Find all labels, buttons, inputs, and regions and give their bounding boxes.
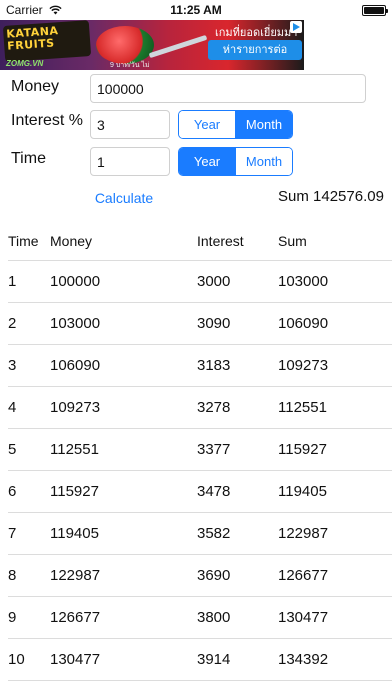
cell-sum: 112551 [278,399,327,416]
interest-segment-month[interactable]: Month [235,111,292,138]
header-interest: Interest [197,233,244,249]
table-row[interactable]: 7 119405 3582 122987 [8,513,392,555]
ad-choices-icon[interactable] [290,21,302,33]
time-segment-year[interactable]: Year [179,148,235,175]
table-body: 1 100000 3000 103000 2 103000 3090 106090 3 10609… [0,261,392,696]
cell-sum: 106090 [278,315,329,332]
cell-time: 8 [8,567,17,584]
cell-time: 1 [8,273,17,290]
table-header-row: Time Money Interest Sum [8,220,392,261]
cell-money: 115927 [50,483,99,500]
cell-time: 6 [8,483,17,500]
cell-sum: 122987 [278,525,329,542]
table-row[interactable]: 6 115927 3478 119405 [8,471,392,513]
cell-money: 112551 [50,441,99,458]
calculate-button[interactable]: Calculate [78,187,170,209]
interest-period-segmented: Year Month [178,110,293,139]
table-row[interactable]: 5 112551 3377 115927 [8,429,392,471]
cell-money: 126677 [50,609,101,626]
cell-time: 4 [8,399,17,416]
knife-icon [148,34,208,59]
cell-time: 5 [8,441,17,458]
clock-time: 11:25 AM [170,3,222,17]
ad-logo-text: KATANA FRUITS [5,24,59,53]
time-input[interactable] [90,147,170,176]
cell-time: 7 [8,525,17,542]
cell-money: 119405 [50,525,99,542]
cell-money: 109273 [50,399,101,416]
cell-sum: 134392 [278,651,329,668]
cell-sum: 119405 [278,483,327,500]
cell-time: 10 [8,651,25,668]
ad-cta-button[interactable]: ห่ารายการต่อ [208,40,302,60]
cell-money: 130477 [50,651,101,668]
table-row[interactable]: 4 109273 3278 112551 [8,387,392,429]
cell-money: 106090 [50,357,101,374]
ad-headline: เกมที่ยอดเยี่ยมมา [215,26,298,39]
interest-segment-year[interactable]: Year [179,111,235,138]
ad-game-logo: KATANA FRUITS [2,20,92,62]
battery-icon [362,5,388,16]
ad-banner[interactable]: KATANA FRUITS ZOMG.VN เกมที่ยอดเยี่ยมมา ห… [0,20,304,70]
cell-sum: 130477 [278,609,329,626]
table-row[interactable]: 10 130477 3914 134392 [8,639,392,681]
interest-label: Interest % [11,112,84,129]
interest-input[interactable] [90,110,170,139]
cell-sum: 115927 [278,441,327,458]
header-time: Time [8,233,39,249]
cell-sum: 103000 [278,273,329,290]
cell-time: 2 [8,315,17,332]
cell-money: 122987 [50,567,101,584]
cell-interest: 3090 [197,315,231,332]
cell-interest: 3800 [197,609,231,626]
time-label: Time [11,150,46,167]
table-row[interactable]: 1 100000 3000 103000 [8,261,392,303]
cell-interest: 3000 [197,273,231,290]
cell-time: 9 [8,609,17,626]
money-input[interactable] [90,74,366,103]
watermelon-icon [96,26,154,64]
status-bar: Carrier 11:25 AM [0,0,392,20]
ad-small-print: 9 บาท/วัน ไม่ [110,62,150,69]
cell-interest: 3690 [197,567,231,584]
cell-money: 100000 [50,273,101,290]
cell-interest: 3582 [197,525,231,542]
ad-logo-sub: ZOMG.VN [6,59,44,68]
sum-result: Sum 142576.09 [278,188,384,205]
header-sum: Sum [278,233,307,249]
money-label: Money [11,78,60,95]
cell-money: 103000 [50,315,101,332]
table-row[interactable]: 8 122987 3690 126677 [8,555,392,597]
cell-interest: 3478 [197,483,231,500]
cell-interest: 3914 [197,651,231,668]
time-period-segmented: Year Month [178,147,293,176]
cell-sum: 126677 [278,567,329,584]
header-money: Money [50,233,93,249]
cell-interest: 3278 [197,399,231,416]
cell-interest: 3377 [197,441,231,458]
table-row[interactable]: 3 106090 3183 109273 [8,345,392,387]
results-table: Time Money Interest Sum 1 100000 3000 10300… [0,220,392,696]
time-segment-month[interactable]: Month [235,148,292,175]
table-row[interactable]: 111343924032138423 [8,681,392,696]
cell-time: 3 [8,357,17,374]
table-row[interactable]: 2 103000 3090 106090 [8,303,392,345]
cell-sum: 109273 [278,357,329,374]
table-row[interactable]: 9 126677 3800 130477 [8,597,392,639]
cell-interest: 3183 [197,357,231,374]
